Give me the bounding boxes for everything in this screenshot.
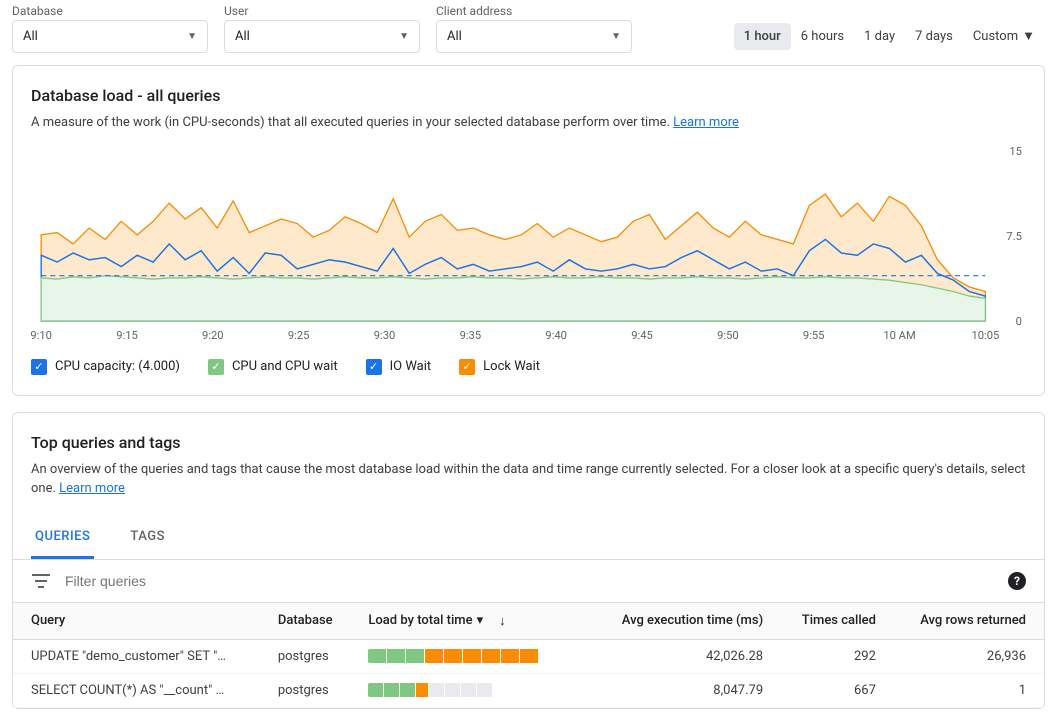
database-load-card: Database load - all queries A measure of… <box>12 65 1045 396</box>
svg-text:10 AM: 10 AM <box>883 329 915 342</box>
load-card-desc: A measure of the work (in CPU-seconds) t… <box>31 113 1026 133</box>
chevron-down-icon: ▼ <box>399 31 409 42</box>
load-card-title: Database load - all queries <box>31 86 1026 105</box>
cell-times-called: 292 <box>775 639 888 673</box>
user-filter-label: User <box>224 4 420 18</box>
legend-lock-wait[interactable]: ✓ Lock Wait <box>459 359 540 375</box>
table-row[interactable]: SELECT COUNT(*) AS "__count" … postgres … <box>13 673 1044 707</box>
arrow-down-icon: ↓ <box>499 613 506 629</box>
top-card-title: Top queries and tags <box>31 433 1026 452</box>
svg-text:10:05: 10:05 <box>971 329 999 342</box>
user-filter: User All ▼ <box>224 4 420 53</box>
svg-text:7.5: 7.5 <box>1006 230 1021 243</box>
database-filter: Database All ▼ <box>12 4 208 53</box>
table-row[interactable]: UPDATE "demo_customer" SET "… postgres 4… <box>13 639 1044 673</box>
legend-io-wait[interactable]: ✓ IO Wait <box>366 359 432 375</box>
cell-database: postgres <box>266 673 357 707</box>
filter-queries-input[interactable] <box>65 573 994 589</box>
queries-table: Query Database Load by total time ▾ ↓ Av… <box>13 603 1044 708</box>
time-range-6hours[interactable]: 6 hours <box>791 23 854 50</box>
cell-times-called: 667 <box>775 673 888 707</box>
cell-database: postgres <box>266 639 357 673</box>
svg-text:15: 15 <box>1009 145 1022 158</box>
col-database[interactable]: Database <box>266 603 357 640</box>
user-select[interactable]: All ▼ <box>224 20 420 53</box>
svg-text:9:20: 9:20 <box>202 329 224 342</box>
svg-text:9:30: 9:30 <box>374 329 396 342</box>
svg-text:9:35: 9:35 <box>460 329 482 342</box>
tab-queries[interactable]: QUERIES <box>31 517 94 559</box>
time-range-custom[interactable]: Custom ▼ <box>963 22 1045 50</box>
client-filter: Client address All ▼ <box>436 4 632 53</box>
col-load[interactable]: Load by total time ▾ ↓ <box>356 603 585 640</box>
col-times-called[interactable]: Times called <box>775 603 888 640</box>
database-select-value: All <box>23 29 38 44</box>
col-query[interactable]: Query <box>13 603 266 640</box>
svg-text:9:50: 9:50 <box>717 329 739 342</box>
cell-load <box>356 639 585 673</box>
chevron-down-icon: ▾ <box>477 613 484 628</box>
chevron-down-icon: ▼ <box>611 31 621 42</box>
time-range-1day[interactable]: 1 day <box>854 23 905 50</box>
client-filter-label: Client address <box>436 4 632 18</box>
top-card-desc: An overview of the queries and tags that… <box>31 460 1026 499</box>
time-range-selector: 1 hour 6 hours 1 day 7 days Custom ▼ <box>734 22 1045 50</box>
time-range-1hour[interactable]: 1 hour <box>734 23 791 50</box>
learn-more-link[interactable]: Learn more <box>673 115 739 130</box>
checkbox-icon: ✓ <box>366 359 382 375</box>
cell-query: SELECT COUNT(*) AS "__count" … <box>13 673 266 707</box>
svg-text:9:10: 9:10 <box>31 329 52 342</box>
checkbox-icon: ✓ <box>31 359 47 375</box>
help-icon[interactable]: ? <box>1008 572 1026 590</box>
checkbox-icon: ✓ <box>459 359 475 375</box>
col-avg-exec[interactable]: Avg execution time (ms) <box>585 603 775 640</box>
chart-legend: ✓ CPU capacity: (4.000) ✓ CPU and CPU wa… <box>31 359 1026 375</box>
cell-query: UPDATE "demo_customer" SET "… <box>13 639 266 673</box>
chevron-down-icon: ▼ <box>187 31 197 42</box>
query-tabs: QUERIES TAGS <box>13 517 1044 560</box>
svg-text:9:25: 9:25 <box>288 329 310 342</box>
cell-load <box>356 673 585 707</box>
cell-avg-rows: 1 <box>888 673 1044 707</box>
cell-avg-exec: 8,047.79 <box>585 673 775 707</box>
svg-text:9:55: 9:55 <box>803 329 825 342</box>
database-filter-label: Database <box>12 4 208 18</box>
legend-cpu-capacity[interactable]: ✓ CPU capacity: (4.000) <box>31 359 180 375</box>
cell-avg-exec: 42,026.28 <box>585 639 775 673</box>
learn-more-link[interactable]: Learn more <box>59 481 125 496</box>
chevron-down-icon: ▼ <box>1022 28 1035 44</box>
svg-text:0: 0 <box>1016 315 1022 328</box>
filter-icon[interactable] <box>31 574 51 588</box>
database-select[interactable]: All ▼ <box>12 20 208 53</box>
svg-text:9:40: 9:40 <box>545 329 567 342</box>
checkbox-icon: ✓ <box>208 359 224 375</box>
tab-tags[interactable]: TAGS <box>126 517 169 559</box>
cell-avg-rows: 26,936 <box>888 639 1044 673</box>
client-select-value: All <box>447 29 462 44</box>
svg-text:9:45: 9:45 <box>631 329 653 342</box>
user-select-value: All <box>235 29 250 44</box>
legend-cpu-wait[interactable]: ✓ CPU and CPU wait <box>208 359 338 375</box>
col-avg-rows[interactable]: Avg rows returned <box>888 603 1044 640</box>
load-chart[interactable]: 0 7.5 15 9:10 9:15 9:20 9:25 9:30 9:35 9:40 9:45 9:… <box>31 145 1026 345</box>
top-queries-card: Top queries and tags An overview of the … <box>12 412 1045 709</box>
query-filter-row: ? <box>13 560 1044 603</box>
time-range-7days[interactable]: 7 days <box>905 23 963 50</box>
svg-text:9:15: 9:15 <box>116 329 138 342</box>
client-select[interactable]: All ▼ <box>436 20 632 53</box>
